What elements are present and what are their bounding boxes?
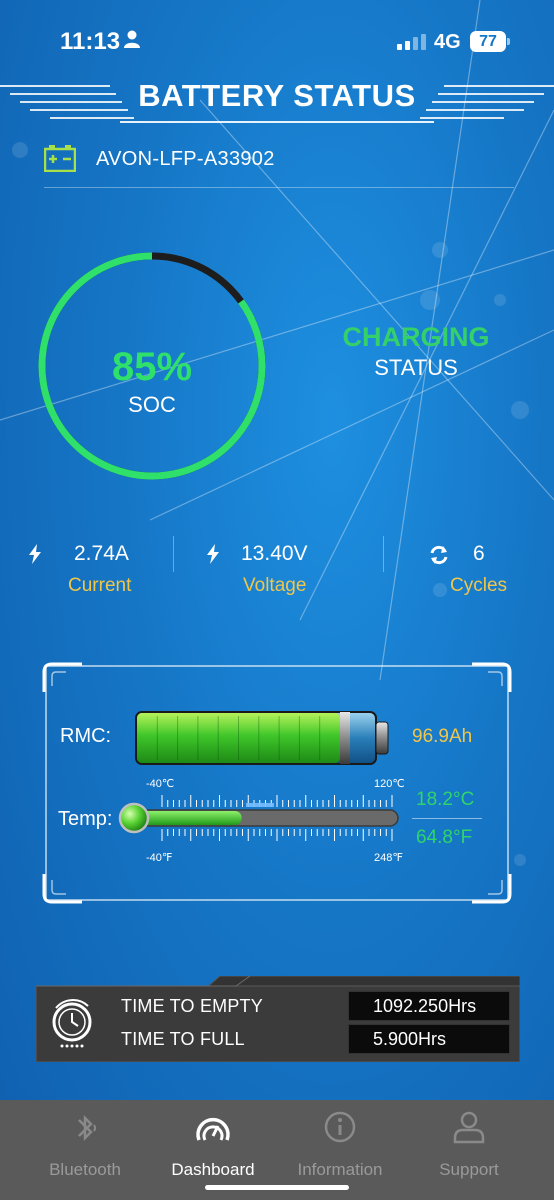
current-value: 2.74A — [74, 542, 129, 565]
network-type: 4G — [434, 31, 461, 53]
bolt-icon — [207, 544, 219, 564]
stat-cycles: 6 Cycles — [428, 540, 528, 610]
battery-icon — [44, 145, 76, 172]
time-to-empty-label: TIME TO EMPTY — [121, 996, 263, 1016]
rmc-battery-graphic — [135, 711, 389, 765]
stat-voltage: 13.40V Voltage — [206, 540, 356, 610]
time-to-empty-value: 1092.250Hrs — [373, 996, 477, 1016]
tab-bluetooth-label: Bluetooth — [49, 1160, 121, 1179]
status-bar: 11:13 4G 77 — [0, 0, 554, 80]
tab-bluetooth[interactable]: Bluetooth — [20, 1100, 150, 1200]
tab-information-label: Information — [297, 1160, 383, 1179]
soc-label: SOC — [128, 392, 176, 417]
charge-state: CHARGING — [342, 322, 490, 352]
info-icon — [324, 1111, 356, 1143]
bolt-icon — [29, 544, 41, 564]
cycles-label: Cycles — [450, 575, 508, 596]
temp-label: Temp: — [58, 808, 113, 830]
signal-icon — [397, 34, 426, 50]
soc-value: 85% — [111, 345, 193, 389]
temp-fahrenheit: 64.8°F — [416, 827, 473, 848]
stat-divider — [383, 536, 384, 572]
bluetooth-icon — [78, 1114, 96, 1142]
page-title: BATTERY STATUS — [138, 78, 416, 113]
charge-status-label: STATUS — [374, 355, 458, 380]
battery-level-badge: 77 — [470, 31, 510, 52]
time-to-full-label: TIME TO FULL — [121, 1029, 245, 1049]
cycle-icon — [430, 545, 448, 565]
stat-current: 2.74A Current — [28, 540, 168, 610]
tab-support-label: Support — [439, 1160, 499, 1179]
page-header: BATTERY STATUS — [0, 70, 554, 130]
stat-divider — [173, 536, 174, 572]
current-label: Current — [68, 575, 132, 596]
home-indicator — [205, 1185, 349, 1190]
temp-celsius: 18.2°C — [416, 789, 475, 810]
voltage-label: Voltage — [243, 575, 307, 596]
rmc-label: RMC: — [60, 725, 112, 747]
person-icon — [453, 1111, 485, 1144]
clock-icon — [52, 999, 92, 1048]
rmc-value: 96.9Ah — [412, 726, 473, 747]
temperature-gauge — [118, 795, 399, 841]
voltage-value: 13.40V — [241, 542, 308, 565]
cycles-value: 6 — [473, 542, 485, 565]
temp-separator — [412, 818, 482, 819]
tab-support[interactable]: Support — [404, 1100, 534, 1200]
time-to-full-value: 5.900Hrs — [373, 1029, 447, 1049]
dashboard-icon — [196, 1117, 230, 1141]
status-time: 11:13 — [60, 28, 121, 55]
person-icon — [124, 30, 140, 48]
device-row[interactable]: AVON-LFP-A33902 — [44, 140, 514, 188]
tab-dashboard-label: Dashboard — [171, 1160, 255, 1179]
device-name: AVON-LFP-A33902 — [96, 148, 275, 170]
